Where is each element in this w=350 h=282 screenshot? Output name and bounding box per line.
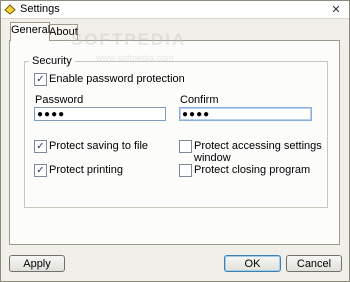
security-group-label: Security	[29, 55, 75, 67]
cancel-button[interactable]: Cancel	[286, 255, 342, 272]
protect-printing-checkbox[interactable]: ✓	[34, 164, 47, 177]
apply-button[interactable]: Apply	[9, 255, 65, 272]
protect-settings-label: Protect accessing settings window	[194, 140, 322, 164]
protect-closing-checkbox[interactable]	[179, 164, 192, 177]
tab-about[interactable]: About	[48, 24, 78, 41]
ok-button[interactable]: OK	[224, 255, 281, 272]
close-icon[interactable]: ✕	[325, 2, 347, 16]
password-label: Password	[35, 94, 84, 106]
enable-password-checkbox[interactable]: ✓	[34, 73, 47, 86]
enable-password-label: Enable password protection	[49, 73, 185, 85]
protect-printing-label: Protect printing	[49, 164, 123, 176]
protect-saving-checkbox[interactable]: ✓	[34, 140, 47, 153]
confirm-field[interactable]: ●●●●	[179, 107, 312, 121]
title-bar: Settings ✕	[1, 1, 349, 19]
protect-closing-label: Protect closing program	[194, 164, 311, 176]
protect-settings-checkbox[interactable]	[179, 140, 192, 153]
app-icon	[4, 4, 16, 15]
protect-saving-label: Protect saving to file	[49, 140, 149, 152]
password-field[interactable]: ●●●●	[34, 107, 166, 121]
tab-general[interactable]: General	[10, 22, 50, 41]
confirm-label: Confirm	[180, 94, 219, 106]
window-title: Settings	[20, 3, 60, 15]
